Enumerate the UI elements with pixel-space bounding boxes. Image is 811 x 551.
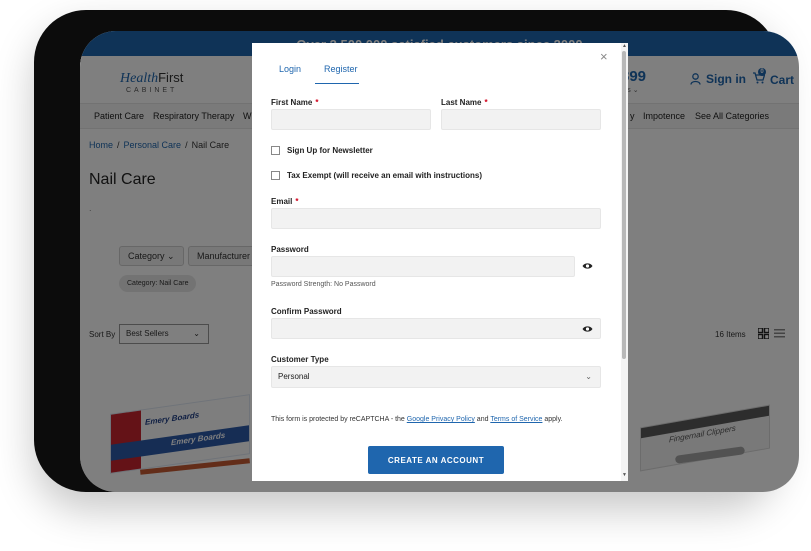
tax-exempt-checkbox[interactable] — [271, 171, 280, 180]
customer-type-label: Customer Type — [271, 355, 329, 364]
password-input[interactable] — [271, 256, 575, 277]
email-label: Email * — [271, 197, 299, 206]
first-name-label: First Name * — [271, 98, 319, 107]
confirm-password-input[interactable] — [271, 318, 601, 339]
recaptcha-notice: This form is protected by reCAPTCHA - th… — [271, 416, 563, 423]
scroll-down-arrow-icon[interactable]: ▼ — [622, 472, 627, 478]
customer-type-select[interactable]: Personal ⌄ — [271, 366, 601, 388]
register-modal: × Login Register First Name * Last Name * … — [252, 43, 628, 481]
close-icon[interactable]: × — [600, 50, 608, 63]
tab-register[interactable]: Register — [324, 64, 358, 74]
google-privacy-policy-link[interactable]: Google Privacy Policy — [407, 416, 475, 423]
last-name-input[interactable] — [441, 109, 601, 130]
password-strength: Password Strength: No Password — [271, 281, 376, 288]
chevron-down-icon: ⌄ — [585, 372, 592, 381]
newsletter-label[interactable]: Sign Up for Newsletter — [287, 146, 373, 155]
newsletter-checkbox[interactable] — [271, 146, 280, 155]
modal-scrollbar[interactable]: ▲ ▼ — [621, 43, 628, 481]
password-label: Password — [271, 245, 309, 254]
confirm-password-label: Confirm Password — [271, 307, 342, 316]
show-confirm-password-eye-icon[interactable] — [582, 325, 593, 333]
email-input[interactable] — [271, 208, 601, 229]
first-name-input[interactable] — [271, 109, 431, 130]
scrollbar-thumb[interactable] — [622, 51, 626, 359]
scroll-up-arrow-icon[interactable]: ▲ — [622, 43, 627, 49]
show-password-eye-icon[interactable] — [582, 262, 593, 270]
tax-exempt-label[interactable]: Tax Exempt (will receive an email with i… — [287, 171, 482, 180]
screen: Over 2,500,000 satisfied customers since… — [80, 31, 799, 492]
device-frame: Over 2,500,000 satisfied customers since… — [34, 10, 799, 492]
terms-of-service-link[interactable]: Terms of Service — [490, 416, 542, 423]
customer-type-value: Personal — [278, 372, 310, 381]
last-name-label: Last Name * — [441, 98, 488, 107]
tab-login[interactable]: Login — [279, 64, 301, 74]
active-tab-indicator — [315, 83, 359, 84]
create-account-button[interactable]: CREATE AN ACCOUNT — [368, 446, 504, 474]
